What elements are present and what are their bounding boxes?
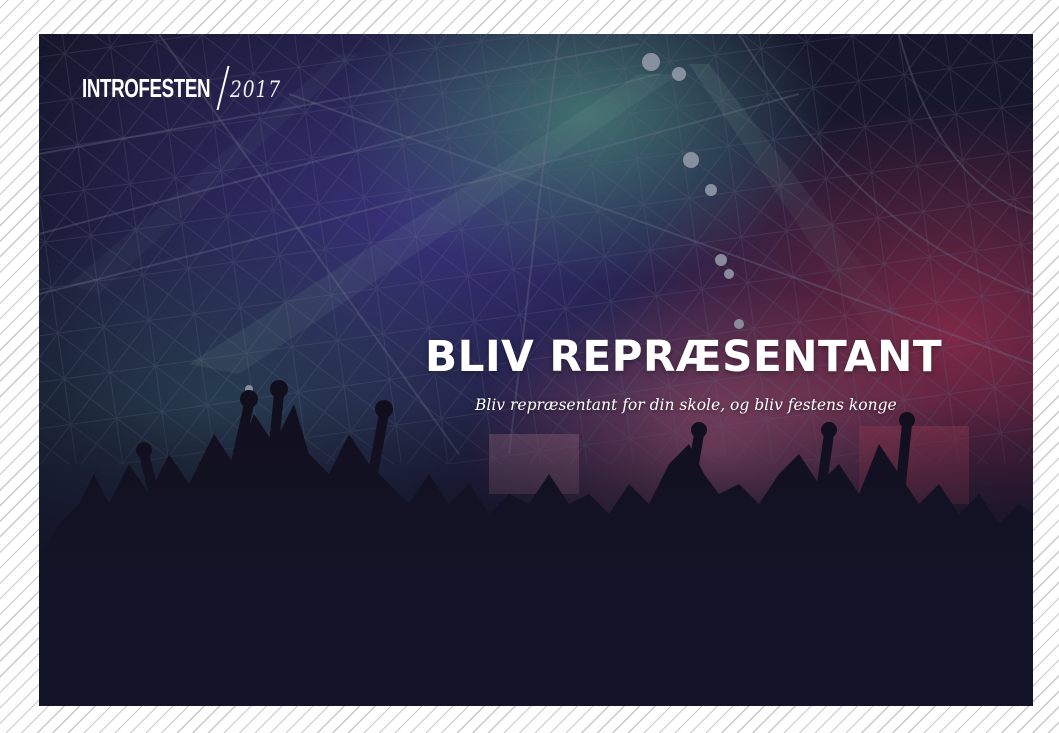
logo-slash-divider [216,66,230,110]
logo-year: 2017 [230,77,281,103]
logo-text: INTROFESTEN [82,72,211,103]
hero-section: INTROFESTEN 2017 BLIV REPRÆSENTANT Bliv … [39,34,1033,706]
site-logo[interactable]: INTROFESTEN 2017 [82,64,290,112]
hero-title: BLIV REPRÆSENTANT [425,332,943,382]
hero-subtitle: Bliv repræsentant for din skole, og bliv… [475,396,897,414]
